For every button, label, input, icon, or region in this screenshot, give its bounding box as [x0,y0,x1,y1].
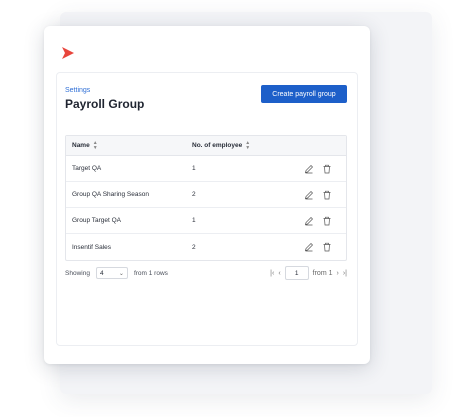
create-payroll-group-button[interactable]: Create payroll group [261,85,347,103]
page-title: Payroll Group [65,97,145,111]
edit-icon[interactable] [304,164,314,174]
payroll-group-panel: Settings Payroll Group Create payroll gr… [56,72,358,346]
payroll-group-table: Name ▲ ▼ No. of employee ▲ ▼ Target QA 1 G… [65,135,347,261]
row-actions [304,216,332,226]
row-count: 2 [192,191,196,198]
showing-label: Showing [65,269,90,277]
row-actions [304,164,332,174]
row-name: Group QA Sharing Season [72,191,149,198]
row-name: Target QA [72,165,102,172]
first-page-icon[interactable]: |‹ [270,270,274,277]
delete-icon[interactable] [322,216,332,226]
page-of-text: from 1 [312,269,333,277]
edit-icon[interactable] [304,190,314,200]
table-row: Insentif Sales 2 [66,234,346,260]
brand-logo-icon [62,47,74,59]
column-header-name[interactable]: Name ▲ ▼ [66,140,192,151]
next-page-icon[interactable]: › [337,270,339,277]
page-size-select[interactable]: 4 ⌄ [95,267,128,279]
chevron-down-icon: ⌄ [118,270,124,277]
table-footer: Showing 4 ⌄ from 1 rows |‹ ‹ 1 from 1 › … [65,265,347,281]
delete-icon[interactable] [322,164,332,174]
column-header-count[interactable]: No. of employee ▲ ▼ [192,140,292,151]
edit-icon[interactable] [304,216,314,226]
row-actions [304,242,332,252]
edit-icon[interactable] [304,242,314,252]
sort-icon[interactable]: ▲ ▼ [245,140,250,151]
last-page-icon[interactable]: ›| [343,270,347,277]
sort-icon[interactable]: ▲ ▼ [93,140,98,151]
row-count: 1 [192,217,196,224]
breadcrumb-settings[interactable]: Settings [65,87,90,94]
row-name: Insentif Sales [72,243,112,251]
page-size-value: 4 [99,269,104,277]
pagination: |‹ ‹ 1 from 1 › ›| [270,266,347,280]
prev-page-icon[interactable]: ‹ [278,270,280,277]
row-count: 1 [192,165,196,172]
table-row: Group QA Sharing Season 2 [66,182,346,208]
delete-icon[interactable] [322,190,332,200]
row-name: Group Target QA [72,217,122,224]
row-actions [304,190,332,200]
stage: Settings Payroll Group Create payroll gr… [0,0,474,417]
table-row: Group Target QA 1 [66,208,346,234]
page-number-input[interactable]: 1 [284,266,309,280]
table-header: Name ▲ ▼ No. of employee ▲ ▼ [66,136,346,156]
table-row: Target QA 1 [66,156,346,182]
row-count: 2 [192,243,196,251]
rows-count-text: from 1 rows [133,269,168,277]
delete-icon[interactable] [322,242,332,252]
column-header-count-label: No. of employee [192,142,243,149]
column-header-name-label: Name [72,142,90,149]
